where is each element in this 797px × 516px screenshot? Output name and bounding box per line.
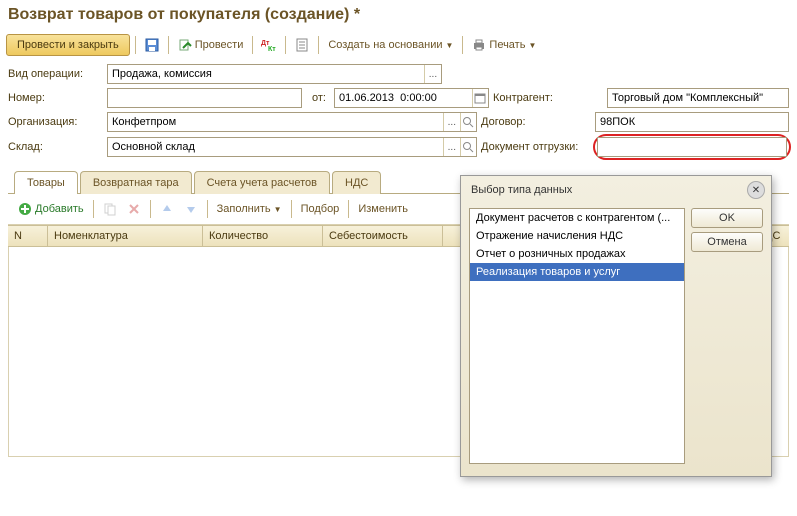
cancel-button[interactable]: Отмена — [691, 232, 763, 252]
tab-tare[interactable]: Возвратная тара — [80, 171, 192, 194]
chevron-down-icon: ▼ — [528, 41, 536, 50]
shipment-label: Документ отгрузки: — [481, 141, 591, 153]
search-icon[interactable] — [460, 138, 476, 156]
search-icon[interactable] — [460, 113, 476, 131]
list-item[interactable]: Отчет о розничных продажах — [470, 245, 684, 263]
number-label: Номер: — [8, 92, 103, 104]
col-nom[interactable]: Номенклатура — [48, 226, 203, 246]
list-item[interactable]: Отражение начисления НДС — [470, 227, 684, 245]
post-and-close-button[interactable]: Провести и закрыть — [6, 34, 130, 56]
org-label: Организация: — [8, 116, 103, 128]
form-icon[interactable] — [291, 34, 313, 56]
warehouse-label: Склад: — [8, 141, 103, 153]
op-type-field[interactable]: ... — [107, 64, 442, 84]
warehouse-field[interactable]: ... — [107, 137, 477, 157]
calendar-icon[interactable] — [472, 89, 488, 107]
ellipsis-icon[interactable]: ... — [424, 65, 441, 83]
dialog-list[interactable]: Документ расчетов с контрагентом (... От… — [469, 208, 685, 464]
close-icon[interactable]: ✕ — [747, 181, 765, 199]
ellipsis-icon[interactable]: ... — [443, 138, 459, 156]
copy-icon[interactable] — [99, 198, 121, 220]
type-select-dialog: Выбор типа данных ✕ Документ расчетов с … — [460, 175, 772, 477]
print-button[interactable]: Печать ▼ — [468, 35, 540, 55]
counterparty-label: Контрагент: — [493, 92, 603, 104]
svg-text:Кт: Кт — [268, 46, 276, 52]
shipment-highlight — [593, 134, 791, 160]
chevron-down-icon: ▼ — [274, 205, 282, 214]
add-button[interactable]: Добавить — [14, 200, 88, 218]
dt-kt-icon[interactable]: ДтКт — [258, 34, 280, 56]
fill-button[interactable]: Заполнить ▼ — [213, 200, 286, 218]
save-icon[interactable] — [141, 34, 163, 56]
op-type-label: Вид операции: — [8, 68, 103, 80]
main-toolbar: Провести и закрыть Провести ДтКт Создать… — [0, 32, 797, 64]
move-up-icon[interactable] — [156, 198, 178, 220]
contract-field[interactable] — [595, 112, 789, 132]
list-item[interactable]: Документ расчетов с контрагентом (... — [470, 209, 684, 227]
ok-button[interactable]: OK — [691, 208, 763, 228]
list-item[interactable]: Реализация товаров и услуг — [470, 263, 684, 281]
from-label: от: — [306, 92, 330, 104]
delete-icon[interactable] — [123, 198, 145, 220]
move-down-icon[interactable] — [180, 198, 202, 220]
contract-label: Договор: — [481, 116, 591, 128]
page-title: Возврат товаров от покупателя (создание)… — [0, 0, 797, 32]
tab-vat[interactable]: НДС — [332, 171, 381, 194]
tab-goods[interactable]: Товары — [14, 171, 78, 194]
create-on-base-button[interactable]: Создать на основании ▼ — [324, 36, 457, 54]
col-qty[interactable]: Количество — [203, 226, 323, 246]
date-field[interactable] — [334, 88, 489, 108]
number-field[interactable] — [107, 88, 302, 108]
ellipsis-icon[interactable]: ... — [443, 113, 459, 131]
shipment-field[interactable] — [597, 137, 787, 157]
col-n[interactable]: N — [8, 226, 48, 246]
col-cost[interactable]: Себестоимость — [323, 226, 443, 246]
chevron-down-icon: ▼ — [445, 41, 453, 50]
pick-button[interactable]: Подбор — [297, 200, 344, 218]
post-button[interactable]: Провести — [174, 35, 248, 55]
org-field[interactable]: ... — [107, 112, 477, 132]
tab-accounts[interactable]: Счета учета расчетов — [194, 171, 330, 194]
change-button[interactable]: Изменить — [354, 200, 412, 218]
dialog-title: Выбор типа данных — [471, 184, 572, 196]
counterparty-field[interactable] — [607, 88, 789, 108]
